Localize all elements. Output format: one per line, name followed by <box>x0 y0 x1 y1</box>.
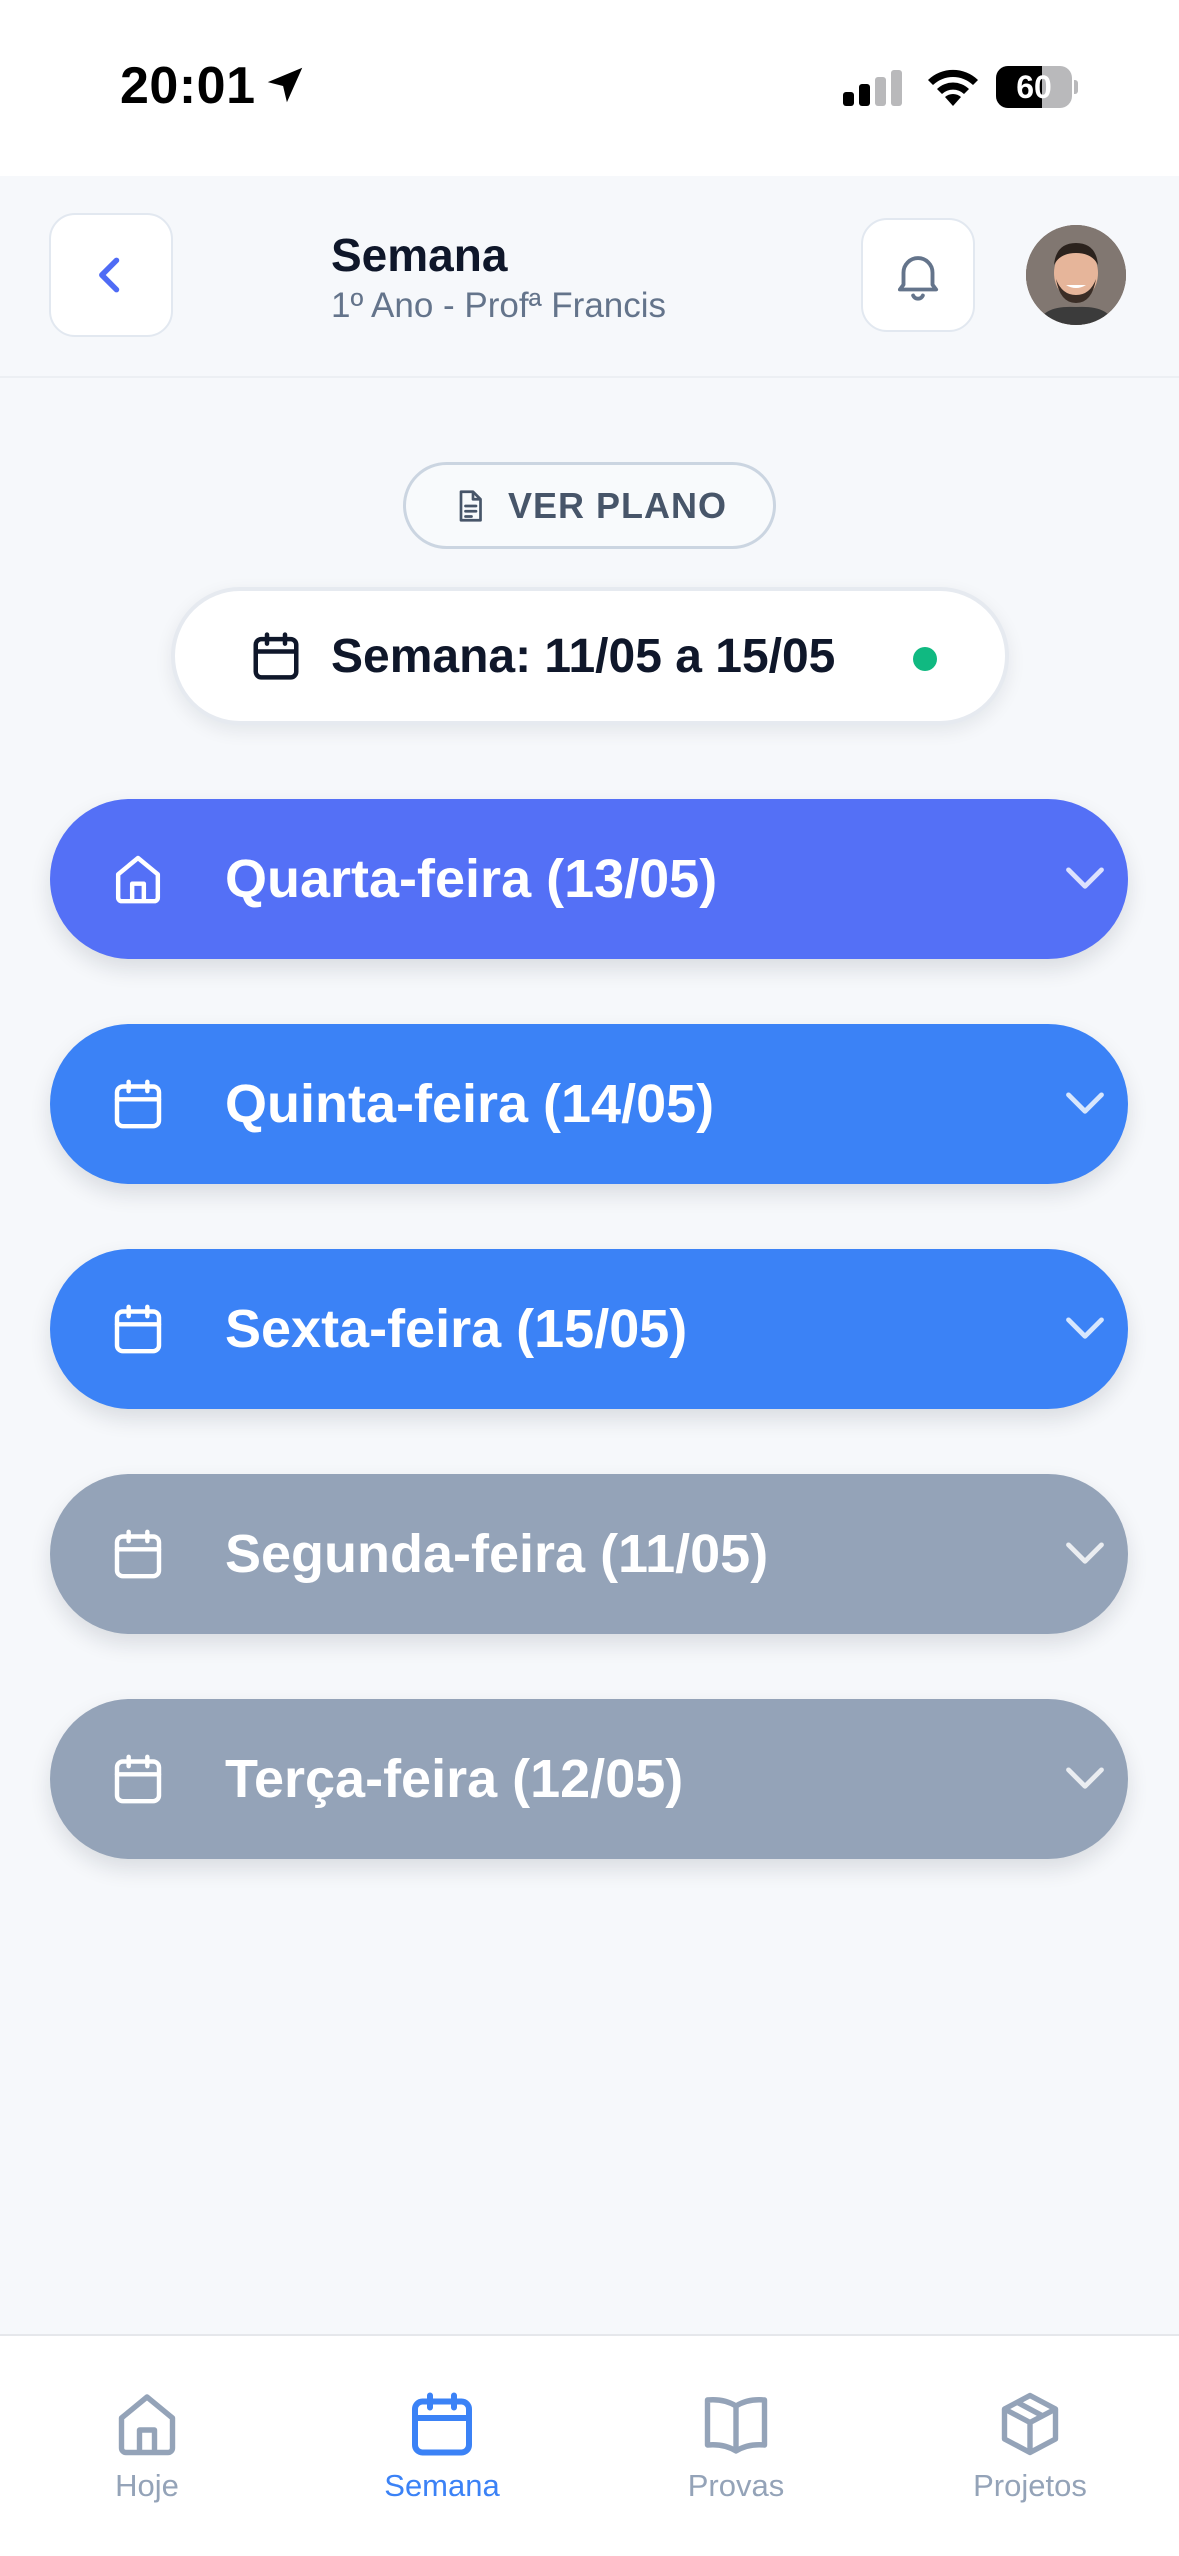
chevron-down-icon <box>1066 1092 1104 1114</box>
day-label: Quinta-feira (14/05) <box>225 1074 715 1134</box>
page-subtitle: 1º Ano - Profª Francis <box>331 286 667 325</box>
calendar-icon <box>114 1754 162 1804</box>
tab-label: Provas <box>687 2468 785 2503</box>
user-photo <box>1026 225 1126 325</box>
status-time: 20:01 <box>120 57 256 115</box>
day-card[interactable]: Quinta-feira (14/05) <box>50 1024 1128 1184</box>
tab-semana[interactable]: Semana <box>342 2388 542 2528</box>
day-label: Quarta-feira (13/05) <box>225 849 718 909</box>
tab-label: Projetos <box>973 2468 1087 2503</box>
battery-percent: 60 <box>1016 68 1052 105</box>
wifi-icon <box>928 69 978 106</box>
day-label: Segunda-feira (11/05) <box>225 1524 769 1584</box>
current-week-dot <box>913 647 937 671</box>
book-icon <box>704 2397 768 2454</box>
cellular-signal-icon <box>843 70 902 106</box>
page-title: Semana <box>331 229 508 281</box>
calendar-icon <box>114 1304 162 1354</box>
location-arrow-icon <box>267 67 303 103</box>
day-card[interactable]: Terça-feira (12/05) <box>50 1699 1128 1859</box>
avatar[interactable] <box>1026 225 1126 325</box>
document-icon <box>459 489 482 522</box>
notifications-button[interactable] <box>861 218 975 332</box>
bell-icon <box>897 256 939 301</box>
back-button[interactable] <box>49 213 173 337</box>
week-selector[interactable]: Semana: 11/05 a 15/05 <box>171 587 1009 725</box>
view-plan-button[interactable]: VER PLANO <box>403 462 776 549</box>
chevron-down-icon <box>1066 867 1104 889</box>
day-card[interactable]: Segunda-feira (11/05) <box>50 1474 1128 1634</box>
box-icon <box>1001 2392 1059 2456</box>
chevron-down-icon <box>1066 1767 1104 1789</box>
page-header: Semana 1º Ano - Profª Francis <box>0 176 1179 378</box>
tab-projetos[interactable]: Projetos <box>930 2388 1130 2528</box>
status-bar: 20:01 60 <box>0 0 1179 176</box>
tab-bar: Hoje Semana Provas Projetos <box>0 2334 1179 2556</box>
tab-provas[interactable]: Provas <box>636 2388 836 2528</box>
calendar-icon <box>114 1079 162 1129</box>
chevron-down-icon <box>1066 1542 1104 1564</box>
day-label: Sexta-feira (15/05) <box>225 1299 688 1359</box>
home-icon <box>115 855 161 904</box>
tab-label: Hoje <box>115 2468 179 2503</box>
calendar-icon <box>114 1529 162 1579</box>
tab-label: Semana <box>384 2468 500 2503</box>
week-range-label: Semana: 11/05 a 15/05 <box>331 629 836 683</box>
calendar-icon <box>412 2392 472 2456</box>
day-card[interactable]: Quarta-feira (13/05) <box>50 799 1128 959</box>
chevron-down-icon <box>1066 1317 1104 1339</box>
view-plan-label: VER PLANO <box>507 484 728 526</box>
battery-indicator: 60 <box>996 66 1078 108</box>
home-icon <box>118 2394 176 2456</box>
calendar-icon <box>253 632 299 680</box>
day-card[interactable]: Sexta-feira (15/05) <box>50 1249 1128 1409</box>
day-label: Terça-feira (12/05) <box>225 1749 684 1809</box>
tab-hoje[interactable]: Hoje <box>47 2388 247 2528</box>
chevron-left-icon <box>99 257 120 293</box>
